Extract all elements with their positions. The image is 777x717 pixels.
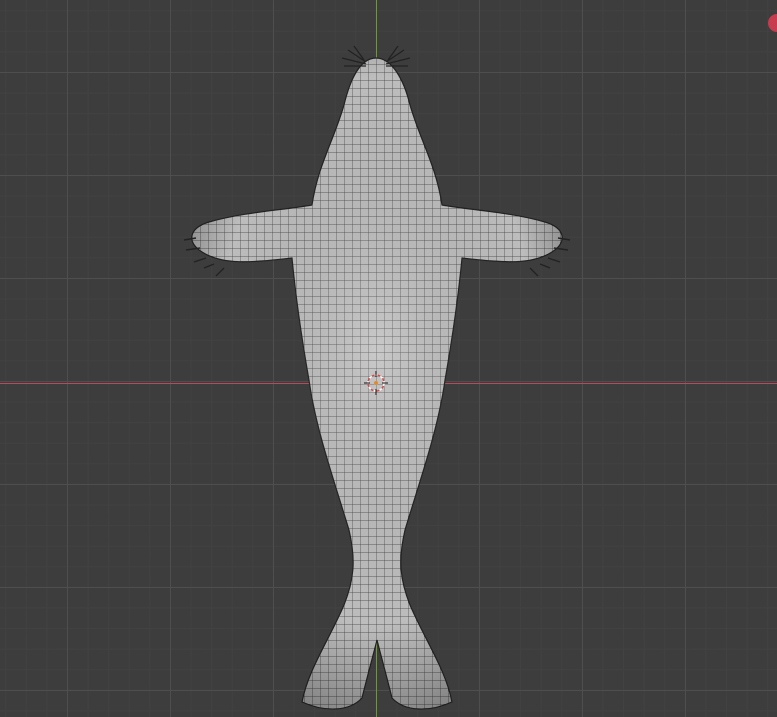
seal-mesh-object[interactable] [0,0,777,717]
3d-cursor-icon[interactable] [364,371,388,395]
3d-viewport[interactable] [0,0,777,717]
